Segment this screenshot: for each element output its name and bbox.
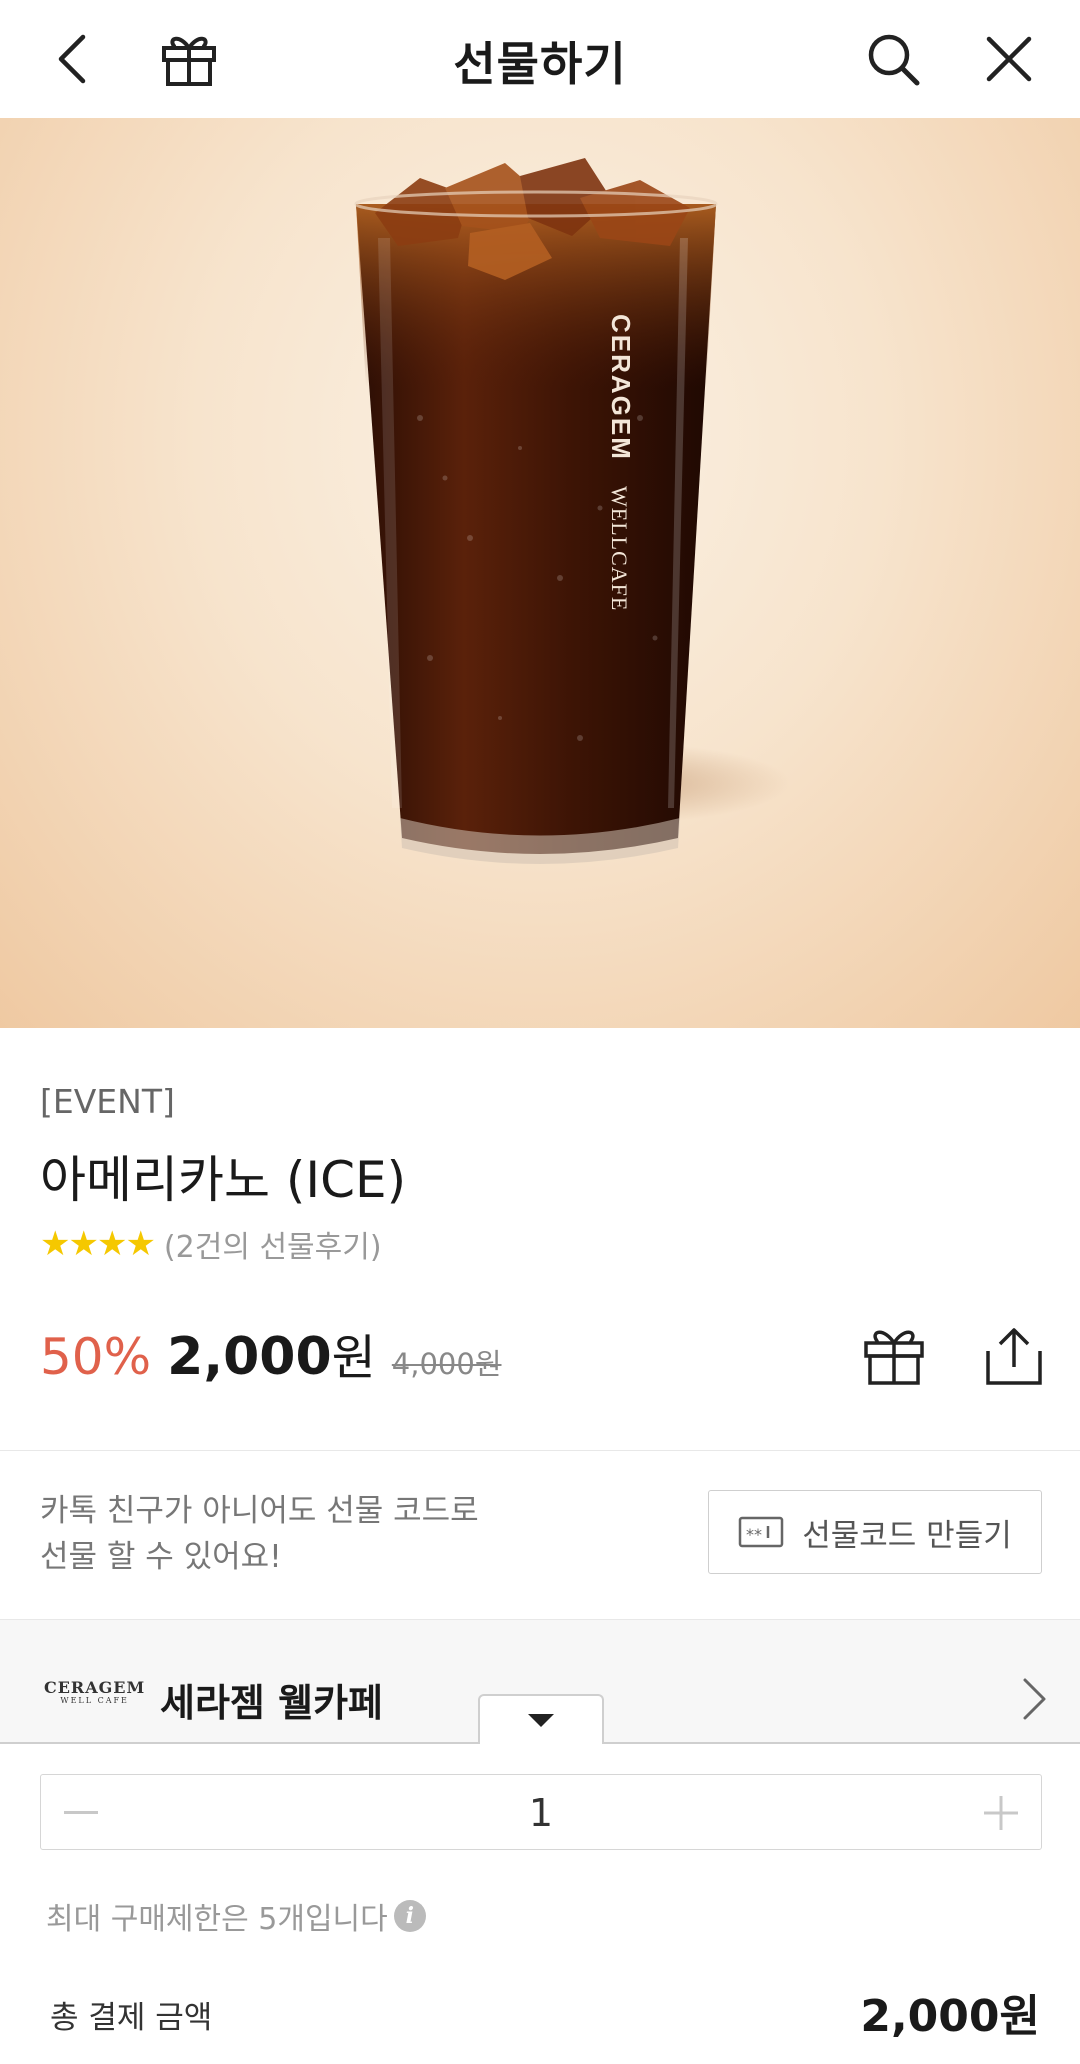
gift-code-button-label: 선물코드 만들기 [802,1517,1012,1554]
rating-stars: ★★★★ [40,1224,156,1264]
increase-button[interactable] [961,1775,1041,1851]
svg-text:**: ** [746,1525,762,1544]
price-row: 50% 2,000 원 4,000원 [40,1318,502,1388]
decrease-button[interactable] [41,1775,121,1851]
gift-code-note: 카톡 친구가 아니어도 선물 코드로 선물 할 수 있어요! [40,1488,479,1580]
original-price: 4,000원 [391,1347,502,1381]
product-image: CERAGEM WELLCAFE [0,118,1080,1028]
cup-sub-text: WELLCAFE [607,486,632,611]
top-bar: 선물하기 [0,0,1080,118]
gift-code-note-line2: 선물 할 수 있어요! [40,1539,282,1575]
brand-logo: CERAGEM WELL CAFE [44,1678,145,1705]
chevron-right-icon [1023,1678,1046,1720]
close-icon [986,36,1032,82]
discount-rate: 50% [40,1328,152,1386]
sale-price: 2,000 [167,1327,332,1387]
purchase-limit-text: 최대 구매제한은 5개입니다 [46,1902,388,1937]
gift-icon [864,1330,924,1385]
review-count: (2건의 선물후기) [163,1230,382,1265]
close-button[interactable] [972,22,1046,96]
product-name: 아메리카노 (ICE) [40,1151,407,1209]
brand-name: 세라젬 웰카페 [160,1681,383,1725]
ticket-icon: ** [739,1516,784,1548]
info-icon[interactable]: i [393,1900,426,1932]
quantity-value[interactable]: 1 [121,1775,961,1851]
sheet-collapse-handle[interactable] [478,1694,604,1744]
plus-icon [984,1796,1018,1830]
total-label: 총 결제 금액 [50,2000,213,2036]
gift-code-note-line1: 카톡 친구가 아니어도 선물 코드로 [40,1493,479,1529]
share-button[interactable] [974,1316,1054,1396]
event-tag: [EVENT] [40,1082,175,1121]
cup-brand-text: CERAGEM [606,314,636,461]
share-icon [986,1328,1042,1385]
minus-icon [64,1811,98,1814]
iced-americano-image: CERAGEM WELLCAFE [354,158,790,864]
total-value: 2,000원 [860,1991,1040,2042]
divider [0,1450,1080,1451]
caret-down-icon [528,1714,554,1727]
brand-logo-text: CERAGEM [44,1678,146,1697]
quantity-stepper: 1 [40,1774,1042,1850]
gift-code-button[interactable]: ** 선물코드 만들기 [708,1490,1042,1574]
search-button[interactable] [856,22,930,96]
brand-logo-sub: WELL CAFE [60,1696,129,1705]
purchase-limit: 최대 구매제한은 5개입니다 i [46,1894,426,1938]
search-icon [868,34,920,86]
gift-wish-button[interactable] [854,1316,934,1396]
currency-unit: 원 [331,1330,376,1386]
rating-row[interactable]: ★★★★ (2건의 선물후기) [40,1222,382,1266]
brand-arrow [1014,1674,1054,1724]
